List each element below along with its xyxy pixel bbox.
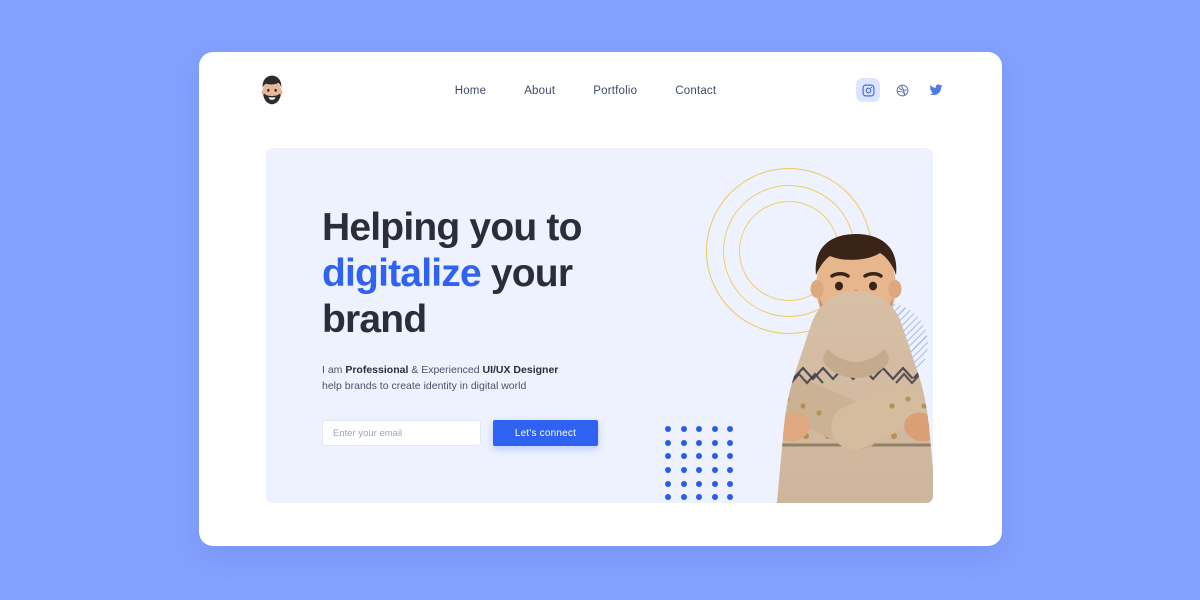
ring-middle — [723, 185, 855, 317]
nav-item: Home — [455, 81, 486, 99]
subtext-bold-professional: Professional — [345, 364, 409, 376]
twitter-icon-button[interactable] — [924, 78, 948, 102]
subtext-bold-uiux-designer: UI/UX Designer — [482, 364, 559, 376]
nav-item: About — [524, 81, 555, 99]
hero-subtext: I am Professional & Experienced UI/UX De… — [322, 363, 580, 394]
page-title: Helping you to digitalize your brand — [322, 205, 622, 343]
nav-links-list: Home About Portfolio Contact — [427, 81, 717, 99]
headline-line-2-rest: your — [480, 252, 573, 295]
subtext-part-2: & Experienced — [408, 364, 483, 376]
nav-link-portfolio[interactable]: Portfolio — [593, 85, 637, 97]
social-links-group — [856, 78, 948, 102]
ring-outer — [706, 168, 872, 334]
dot-grid-decoration — [665, 426, 743, 503]
hero-section: Helping you to digitalize your brand I a… — [266, 148, 933, 503]
lets-connect-button[interactable]: Let's connect — [493, 420, 598, 446]
hero-portrait-photo — [753, 231, 933, 503]
memoji-avatar-logo[interactable] — [257, 73, 287, 107]
email-input[interactable] — [322, 420, 481, 446]
hero-copy-block: Helping you to digitalize your brand I a… — [322, 205, 622, 446]
website-mockup-card: Home About Portfolio Contact Helping you… — [199, 52, 1002, 546]
nav-item: Portfolio — [593, 81, 637, 99]
top-navigation-bar: Home About Portfolio Contact — [199, 52, 1002, 128]
subtext-part-1: I am — [322, 364, 346, 376]
twitter-icon — [929, 83, 943, 97]
nav-link-contact[interactable]: Contact — [675, 85, 716, 97]
dribbble-icon — [896, 84, 909, 97]
instagram-icon — [862, 84, 875, 97]
instagram-icon-button[interactable] — [856, 78, 880, 102]
subtext-part-3: help brands to create identity in digita… — [322, 379, 527, 392]
concentric-rings-decoration — [706, 168, 872, 334]
nav-link-about[interactable]: About — [524, 85, 555, 97]
ring-inner — [739, 201, 839, 301]
nav-item: Contact — [675, 81, 716, 99]
dribbble-icon-button[interactable] — [890, 78, 914, 102]
headline-line-3: brand — [322, 298, 427, 341]
headline-line-1: Helping you to — [322, 206, 582, 249]
nav-link-home[interactable]: Home — [455, 85, 486, 97]
striped-circle-decoration — [846, 303, 928, 385]
headline-accent-word: digitalize — [322, 252, 482, 295]
email-signup-form: Let's connect — [322, 420, 622, 446]
